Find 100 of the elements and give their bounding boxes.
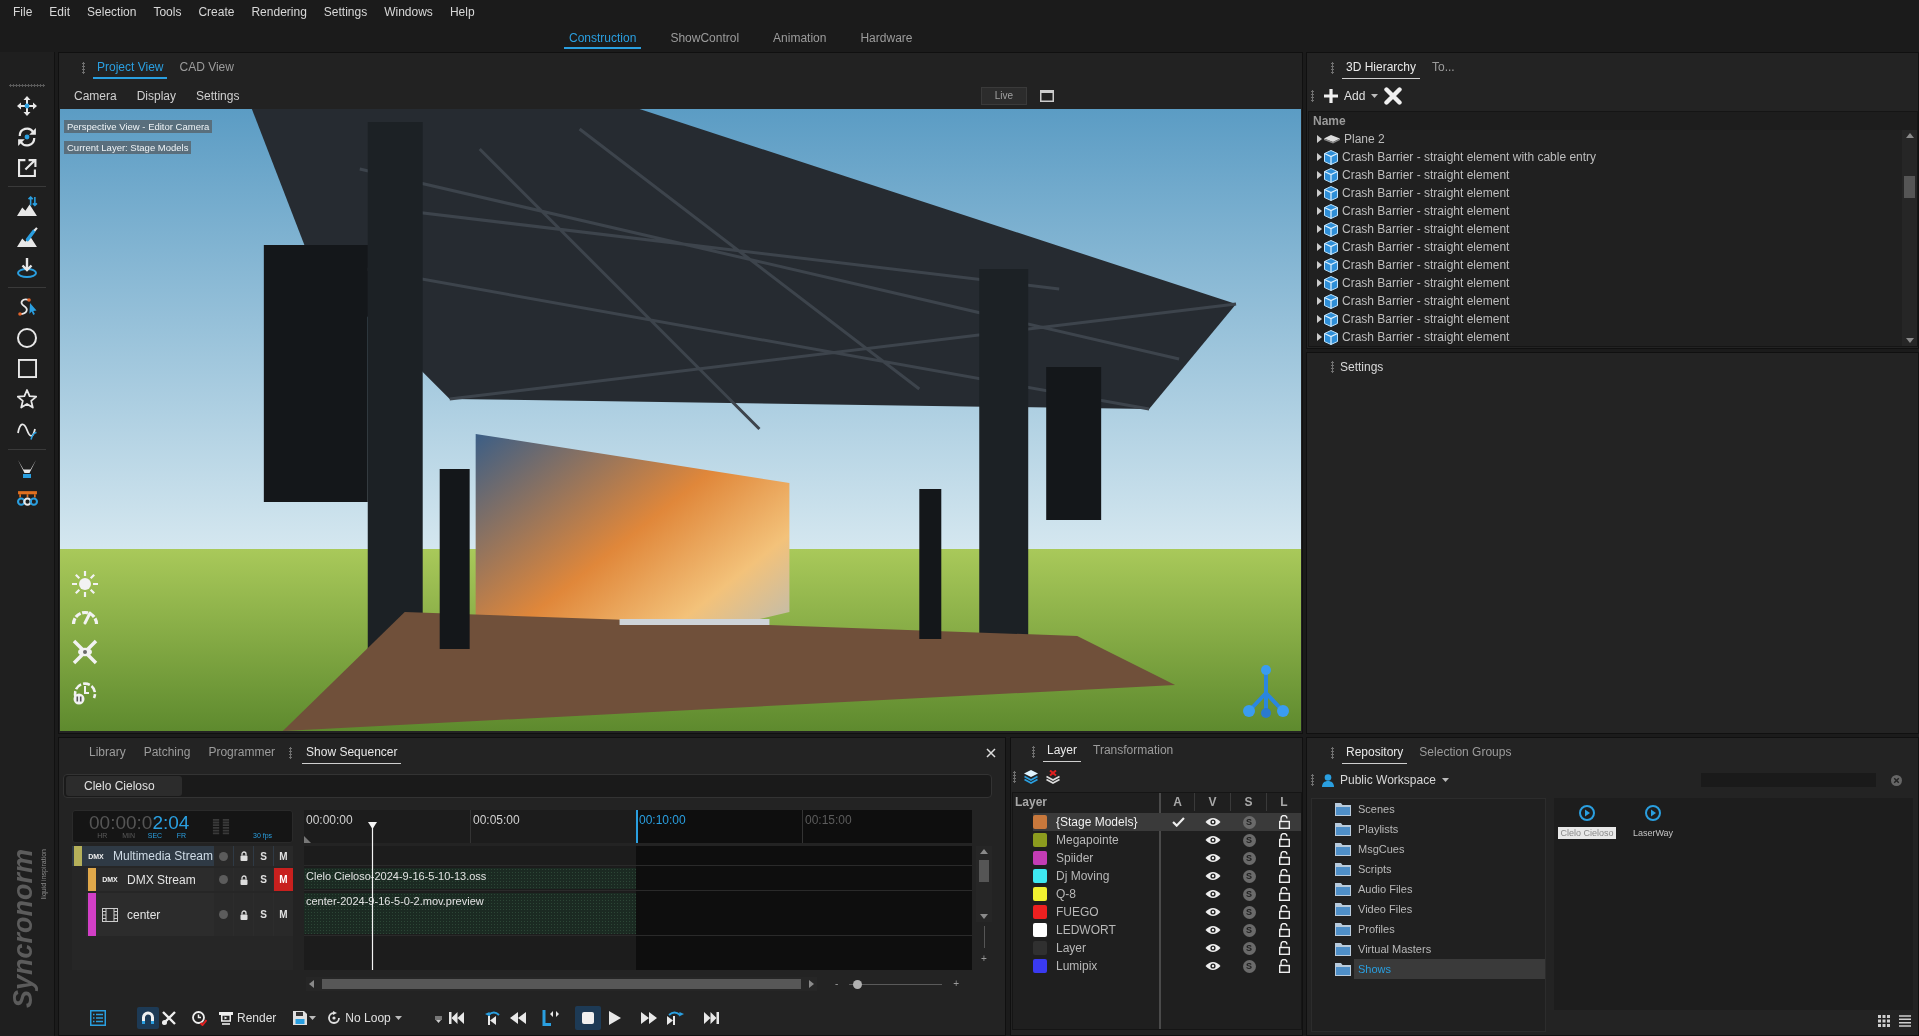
scrollbar-thumb[interactable]: [979, 860, 989, 882]
tab[interactable]: Animation: [768, 27, 832, 49]
scroll-right-icon[interactable]: [809, 980, 814, 988]
mute-button[interactable]: M: [274, 846, 294, 866]
grid-view-icon[interactable]: [1878, 1015, 1890, 1027]
open-lock-icon[interactable]: [1278, 959, 1290, 973]
column-header[interactable]: Layer: [1015, 795, 1048, 809]
column-header[interactable]: S: [1244, 795, 1253, 809]
layer-row[interactable]: FUEGO S: [1013, 903, 1301, 921]
menu-item[interactable]: Create: [198, 5, 235, 19]
skip-to-start-icon[interactable]: [448, 1012, 464, 1024]
column-header[interactable]: L: [1280, 795, 1288, 809]
scroll-down-icon[interactable]: [980, 914, 988, 919]
open-lock-icon[interactable]: [1278, 941, 1290, 955]
caret-icon[interactable]: [1317, 171, 1322, 179]
menu-item[interactable]: Edit: [49, 5, 71, 19]
tab[interactable]: Project View: [93, 57, 168, 79]
caret-icon[interactable]: [1317, 243, 1322, 251]
open-lock-icon[interactable]: [1278, 815, 1290, 829]
tab[interactable]: To...: [1428, 57, 1459, 79]
tab[interactable]: CAD View: [175, 57, 238, 79]
add-button[interactable]: Add: [1318, 89, 1381, 103]
sine-curve-icon[interactable]: [17, 420, 37, 440]
eye-icon[interactable]: [1205, 925, 1221, 935]
tree-item[interactable]: Crash Barrier - straight element: [1324, 221, 1510, 237]
zoom-out-control[interactable]: -: [835, 979, 839, 989]
skip-to-end-icon[interactable]: [703, 1012, 719, 1024]
eye-icon[interactable]: [1205, 817, 1221, 827]
tab[interactable]: 3D Hierarchy: [1342, 57, 1421, 79]
tab[interactable]: Transformation: [1089, 741, 1178, 762]
check-icon[interactable]: [1171, 817, 1185, 827]
slider-thumb[interactable]: [853, 979, 863, 989]
caret-icon[interactable]: [1317, 135, 1322, 143]
scroll-left-icon[interactable]: [309, 980, 314, 988]
menu-item[interactable]: Rendering: [251, 5, 307, 19]
eye-icon[interactable]: [1205, 835, 1221, 845]
menu-item[interactable]: Camera: [74, 88, 117, 103]
grip-icon[interactable]: [1032, 745, 1035, 758]
solo-button[interactable]: S: [254, 846, 274, 866]
layer-row[interactable]: LEDWORT S: [1013, 921, 1301, 939]
tab[interactable]: ShowControl: [665, 27, 745, 49]
folder-item[interactable]: Virtual Masters: [1312, 939, 1545, 959]
tab[interactable]: Hardware: [855, 27, 918, 49]
list-icon[interactable]: [90, 1010, 106, 1026]
open-lock-icon[interactable]: [1278, 887, 1290, 901]
color-swatch-icon[interactable]: [1033, 959, 1047, 973]
menu-item[interactable]: Tools: [153, 5, 182, 19]
eye-icon[interactable]: [1205, 943, 1221, 953]
color-swatch-icon[interactable]: [1033, 851, 1047, 865]
folder-item[interactable]: MsgCues: [1312, 839, 1545, 859]
mute-button[interactable]: M: [274, 868, 293, 891]
caret-icon[interactable]: [1317, 315, 1322, 323]
tree-item[interactable]: Crash Barrier - straight element with cable entry: [1324, 149, 1597, 165]
folder-item[interactable]: Audio Files: [1312, 879, 1545, 899]
grip-icon[interactable]: [289, 747, 293, 759]
crossed-tools-icon[interactable]: [162, 1011, 176, 1025]
square-icon[interactable]: [17, 359, 37, 378]
layer-row[interactable]: Q-8 S: [1013, 885, 1301, 903]
lock-button[interactable]: [234, 846, 254, 866]
delete-icon[interactable]: [1384, 87, 1403, 105]
tab[interactable]: Selection Groups: [1415, 742, 1516, 764]
tree-item[interactable]: Crash Barrier - straight element: [1324, 257, 1510, 273]
caret-icon[interactable]: [1317, 207, 1322, 215]
menu-item[interactable]: Settings: [323, 5, 368, 19]
tree-item[interactable]: Crash Barrier - straight element: [1324, 239, 1510, 255]
clear-icon[interactable]: [1891, 774, 1902, 786]
menu-item[interactable]: File: [13, 5, 33, 19]
scroll-down-icon[interactable]: [1905, 338, 1914, 343]
show-tab[interactable]: Clelo Cieloso: [66, 776, 182, 796]
loop-forward-icon[interactable]: [666, 1011, 684, 1025]
end-marker-line[interactable]: [636, 810, 638, 843]
caret-icon[interactable]: [1317, 153, 1322, 161]
color-swatch-icon[interactable]: [1033, 833, 1047, 847]
color-swatch-icon[interactable]: [1033, 869, 1047, 883]
circle-icon[interactable]: [17, 328, 37, 348]
curve-cursor-icon[interactable]: [17, 297, 37, 317]
folder-item[interactable]: Scenes: [1312, 799, 1545, 819]
caret-icon[interactable]: [1317, 333, 1322, 341]
move-icon[interactable]: [17, 96, 37, 116]
clock-check-icon[interactable]: [192, 1010, 207, 1026]
rewind-icon[interactable]: [509, 1012, 526, 1024]
grip-icon[interactable]: [1331, 62, 1334, 74]
list-view-icon[interactable]: [1899, 1015, 1911, 1027]
caret-icon[interactable]: [309, 1016, 317, 1020]
render-button[interactable]: Render: [219, 1011, 277, 1025]
mountain-brush-icon[interactable]: [16, 227, 38, 247]
folder-item[interactable]: Video Files: [1312, 899, 1545, 919]
square-arrow-icon[interactable]: [17, 158, 37, 177]
eye-icon[interactable]: [1205, 889, 1221, 899]
open-lock-icon[interactable]: [1278, 905, 1290, 919]
scroll-up-icon[interactable]: [980, 849, 988, 854]
column-header[interactable]: Name: [1313, 114, 1346, 128]
column-header[interactable]: V: [1208, 795, 1217, 809]
star-icon[interactable]: [17, 389, 37, 409]
tree-item[interactable]: Crash Barrier - straight element: [1324, 203, 1510, 219]
color-swatch-icon[interactable]: [1033, 923, 1047, 937]
color-swatch-icon[interactable]: [1033, 887, 1047, 901]
drop-to-ring-icon[interactable]: [17, 258, 37, 278]
tree-item[interactable]: Crash Barrier - straight element: [1324, 293, 1510, 309]
open-lock-icon[interactable]: [1278, 923, 1290, 937]
